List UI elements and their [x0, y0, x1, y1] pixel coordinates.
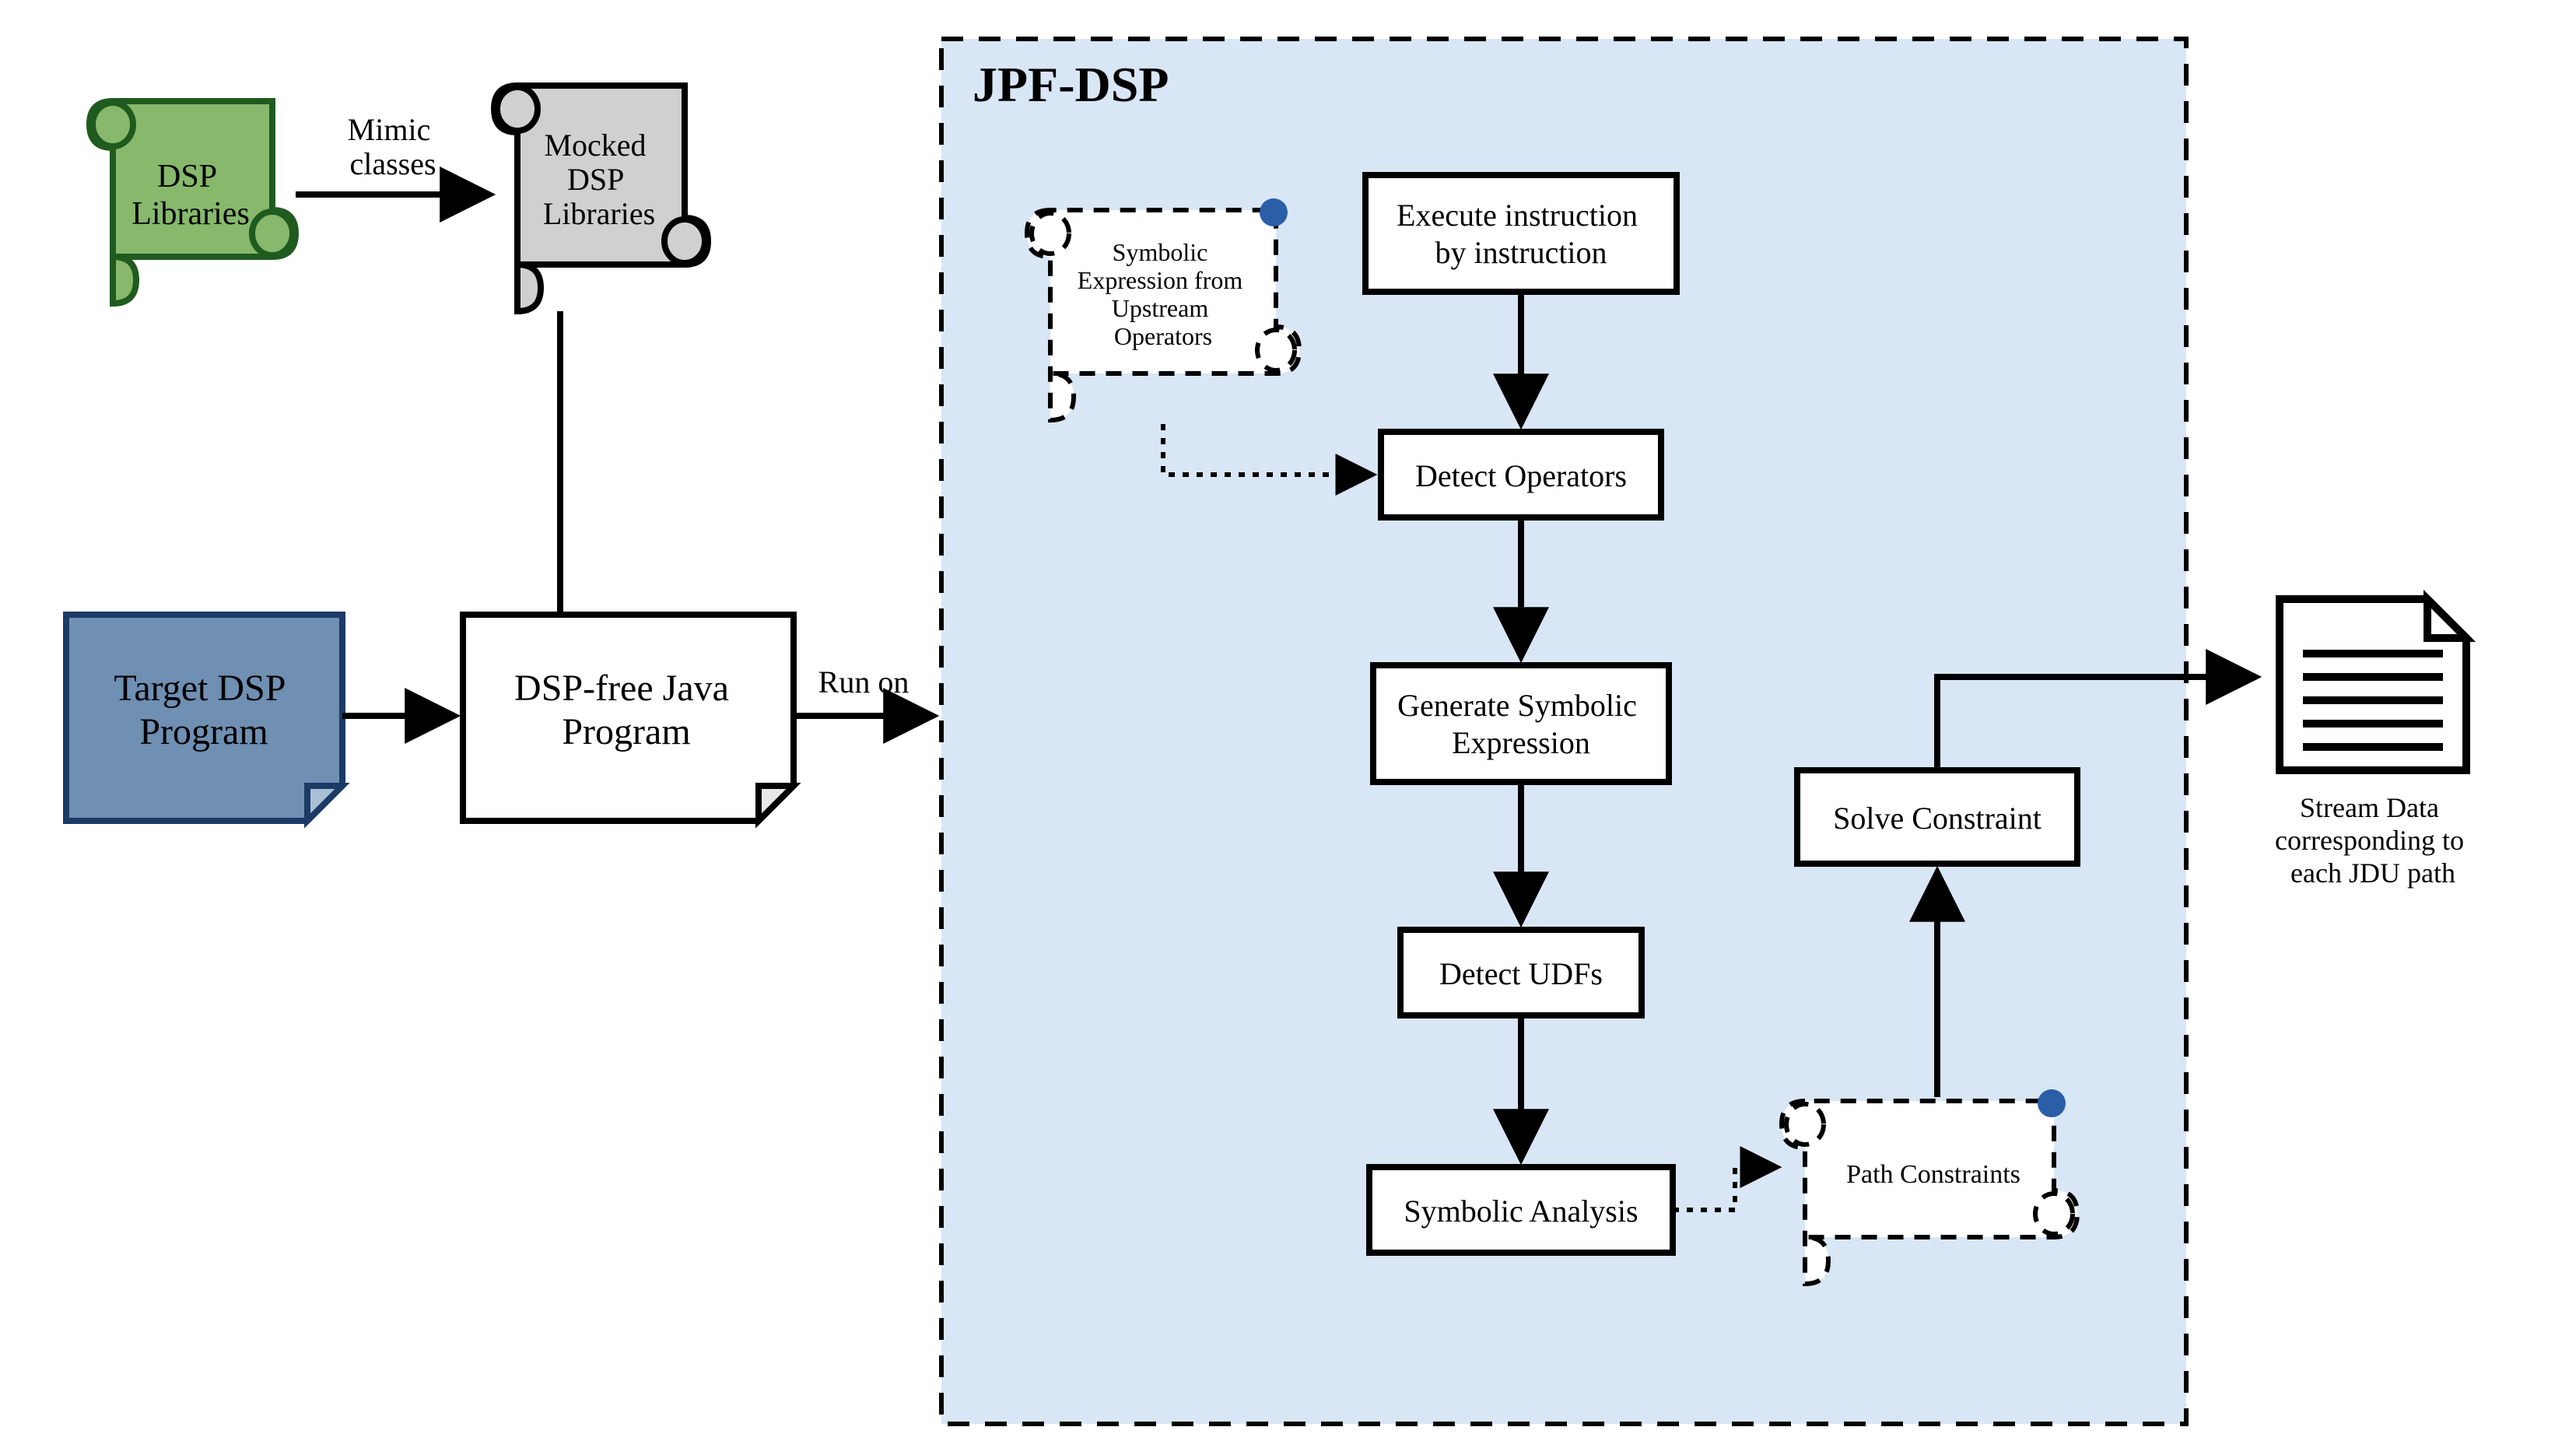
- run-on-label: Run on: [818, 664, 909, 699]
- output-caption: Stream Data corresponding to each JDU pa…: [2275, 792, 2471, 889]
- target-dsp-program-node: Target DSP Program: [66, 615, 342, 821]
- symbolic-analysis-node: Symbolic Analysis: [1369, 1167, 1673, 1253]
- generate-symbolic-node: Generate Symbolic Expression: [1373, 665, 1669, 782]
- detect-udfs-node: Detect UDFs: [1400, 930, 1642, 1015]
- path-constraints-label: Path Constraints: [1846, 1160, 2020, 1189]
- detect-operators-node: Detect Operators: [1381, 432, 1661, 517]
- mimic-classes-label: Mimic classes: [348, 112, 439, 181]
- execute-instruction-node: Execute instruction by instruction: [1365, 175, 1677, 292]
- jpf-dsp-title: JPF-DSP: [973, 57, 1169, 112]
- detect-operators-label: Detect Operators: [1415, 458, 1627, 493]
- dsp-libraries-node: DSP Libraries: [89, 101, 296, 303]
- symbolic-analysis-label: Symbolic Analysis: [1404, 1194, 1638, 1229]
- solve-constraint-node: Solve Constraint: [1797, 770, 2077, 864]
- detect-udfs-label: Detect UDFs: [1439, 956, 1603, 991]
- dsp-free-java-node: DSP-free Java Program: [463, 615, 794, 821]
- mocked-dsp-libraries-node: Mocked DSP Libraries: [494, 86, 708, 311]
- output-document-icon: [2280, 599, 2466, 770]
- solve-constraint-label: Solve Constraint: [1833, 801, 2042, 836]
